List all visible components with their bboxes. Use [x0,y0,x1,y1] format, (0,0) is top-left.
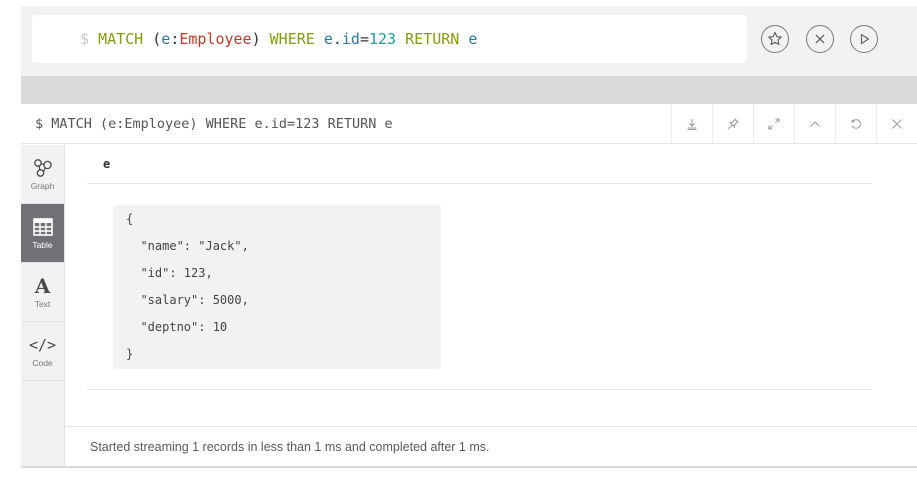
close-icon [815,34,825,44]
table-view: e { "name": "Jack", "id": 123, "salary":… [65,145,917,468]
record-cell: { "name": "Jack", "id": 123, "salary": 5… [113,205,441,369]
view-tab-label: Graph [30,181,55,191]
pin-button[interactable] [712,104,753,144]
query-token: e [323,30,333,48]
frame-toolbar [671,104,917,144]
view-switcher: Graph Table A Text </> Code [21,145,65,468]
view-tab-table[interactable]: Table [21,204,64,263]
rerun-button[interactable] [835,104,876,144]
result-frame: $ MATCH (e:Employee) WHERE e.id=123 RETU… [21,104,917,468]
query-token: ) [251,30,261,48]
record-line: { [126,212,134,226]
fullscreen-button[interactable] [753,104,794,144]
query-token [459,30,468,48]
record-line: "deptno": 10 [126,320,228,334]
query-token: id [341,30,360,48]
code-icon: </> [28,336,57,354]
favorite-button[interactable] [761,25,789,53]
query-token: Employee [179,30,252,48]
view-tab-label: Table [32,240,53,250]
pin-icon [727,118,739,130]
view-tab-label: Code [32,358,53,368]
query-token: = [359,30,369,48]
frame-title[interactable]: $ MATCH (e:Employee) WHERE e.id=123 RETU… [35,104,393,144]
query-token: e [468,30,478,48]
star-icon [768,31,782,46]
query-text: MATCH (e:Employee) WHERE e.id=123 RETURN… [98,30,477,48]
column-header: e [87,145,872,184]
query-token [143,30,152,48]
close-frame-button[interactable] [876,104,917,144]
frame-header: $ MATCH (e:Employee) WHERE e.id=123 RETU… [21,104,917,144]
query-token [261,30,270,48]
row-divider [87,389,872,390]
query-token: RETURN [405,30,460,48]
view-tab-text[interactable]: A Text [21,263,64,322]
query-token: ( [152,30,162,48]
collapse-button[interactable] [794,104,835,144]
query-token [396,30,405,48]
frame-bottom-border [21,466,917,468]
download-icon [687,119,697,130]
query-token: MATCH [98,30,144,48]
view-tab-code[interactable]: </> Code [21,322,64,381]
query-token: WHERE [269,30,315,48]
query-token: e [161,30,171,48]
text-icon: A [34,274,51,298]
record-line: } [126,347,134,361]
query-token [315,30,324,48]
close-icon [892,119,902,129]
view-tab-graph[interactable]: Graph [21,145,64,204]
query-token: 123 [369,30,397,48]
query-editor-bar: $ MATCH (e:Employee) WHERE e.id=123 RETU… [21,6,917,76]
record-line: "name": "Jack", [126,239,249,253]
expand-icon [768,118,780,130]
graph-icon [32,157,54,179]
rerun-icon [851,119,861,129]
run-button[interactable] [850,25,878,53]
prompt-symbol: $ [80,30,90,48]
view-tab-label: Text [34,299,51,309]
table-icon [32,216,53,238]
stream-divider [21,76,917,104]
collapse-icon [810,121,820,127]
play-icon [860,33,870,45]
query-input[interactable]: $ MATCH (e:Employee) WHERE e.id=123 RETU… [32,15,747,63]
query-token: . [332,30,342,48]
record-line: "id": 123, [126,266,213,280]
clear-button[interactable] [806,25,834,53]
record-line: "salary": 5000, [126,293,249,307]
query-token: : [170,30,180,48]
status-message: Started streaming 1 records in less than… [65,426,917,468]
download-button[interactable] [671,104,712,144]
